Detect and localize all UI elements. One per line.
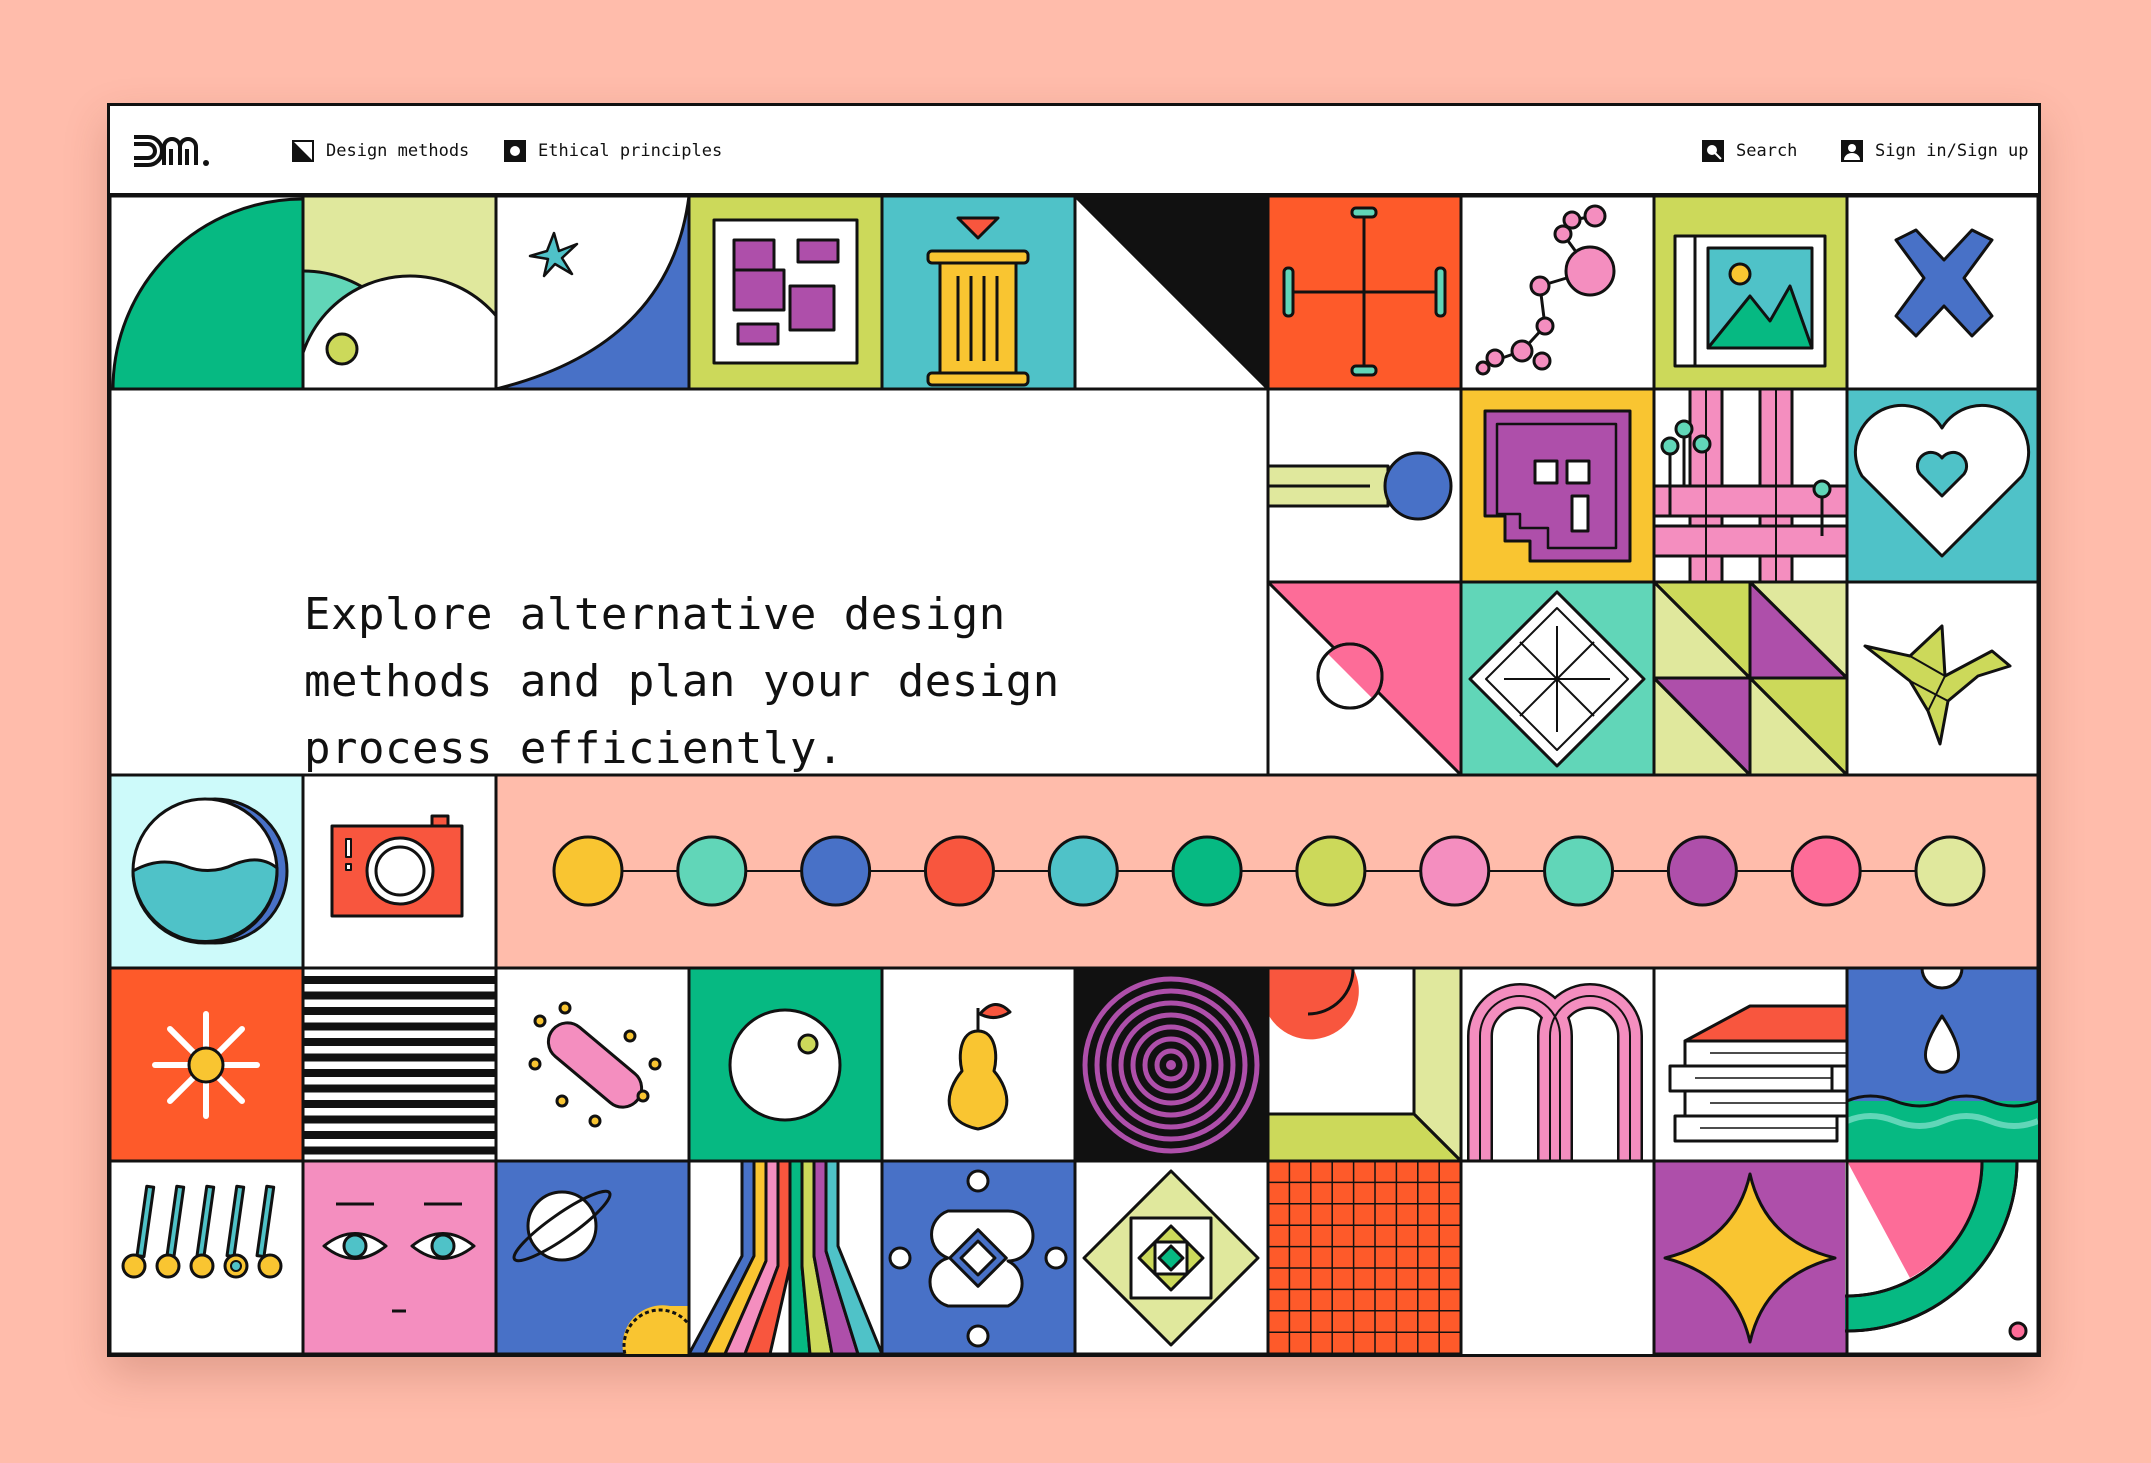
headline-line-2: methods and plan your design: [304, 656, 1060, 707]
headline-line-1: Explore alternative design: [304, 589, 1006, 640]
stripe: [303, 1146, 496, 1155]
tile-floorplan: [687, 196, 884, 391]
tile-black-triangle: [1073, 196, 1270, 391]
tile-blue-wave: [494, 196, 691, 391]
tile-moon-green: [687, 966, 884, 1163]
tile-camera: [301, 773, 498, 970]
tile-pear: [880, 966, 1077, 1163]
stripe: [303, 976, 496, 984]
tile-triangle-grid: [1652, 580, 1849, 777]
stripe: [303, 1100, 496, 1108]
timeline-band: [494, 773, 2038, 970]
tile-heart: [1845, 387, 2038, 584]
timeline-step-dot[interactable]: [1419, 835, 1491, 907]
stripe: [303, 991, 496, 1000]
timeline-step-dot[interactable]: [1790, 835, 1862, 907]
tile-face: [301, 1159, 498, 1354]
stripe: [303, 1007, 496, 1015]
diagonal-square-icon: [292, 140, 314, 162]
search-button[interactable]: Search: [1702, 106, 1797, 196]
logo[interactable]: Dm.: [130, 106, 230, 196]
circle-square-icon: [504, 140, 526, 162]
tile-pink-tracks: [1652, 387, 1849, 584]
timeline-step-dot[interactable]: [676, 835, 748, 907]
user-icon: [1841, 140, 1863, 162]
tile-pink-arches: [1460, 968, 1653, 1161]
timeline-step-dot[interactable]: [1666, 835, 1738, 907]
nav-design-methods[interactable]: Design methods: [292, 106, 469, 196]
hero-headline: Explore alternative design methods and p…: [304, 581, 1064, 782]
tile-water-drop: [1845, 966, 2038, 1163]
tile-orange-crosshair: [1266, 196, 1463, 391]
tile-sun-flower: [110, 966, 305, 1163]
stripe: [303, 1115, 496, 1124]
tile-pill: [494, 966, 691, 1163]
tile-matches: [110, 1159, 305, 1354]
timeline-step-dot[interactable]: [1047, 835, 1119, 907]
timeline-step-dot[interactable]: [923, 835, 995, 907]
stripe: [303, 1069, 496, 1077]
tile-blue-ornament: [880, 1159, 1077, 1354]
nav-design-methods-label: Design methods: [326, 141, 470, 161]
stripe: [303, 1038, 496, 1046]
headline-line-3: process efficiently.: [304, 723, 844, 774]
tile-rainbow-road: [689, 1161, 882, 1354]
tile-pink-triangle: [1266, 580, 1463, 777]
search-icon: [1702, 140, 1724, 162]
tile-nested-diamonds: [1073, 1159, 1270, 1354]
tile-picture-frames: [1652, 196, 1849, 391]
tile-pink-river: [1459, 1161, 1460, 1354]
stripe: [303, 1084, 496, 1093]
timeline-step-dot[interactable]: [1295, 835, 1367, 907]
tile-building: [1459, 387, 1656, 584]
dm-logo-icon: [134, 135, 209, 167]
tile-room-corner: [1266, 966, 1463, 1163]
timeline-step-dot[interactable]: [1171, 835, 1243, 907]
timeline-step-dot[interactable]: [800, 835, 872, 907]
nav-ethical-principles-label: Ethical principles: [538, 141, 723, 161]
tile-stripes: [301, 966, 498, 1163]
tile-stacked-books: [1652, 966, 1849, 1163]
search-label: Search: [1736, 141, 1798, 161]
tile-blue-ball: [1266, 387, 1463, 584]
tile-spiral: [1073, 966, 1270, 1163]
timeline-step-dot[interactable]: [1914, 835, 1986, 907]
tile-blue-x: [1845, 196, 2038, 391]
top-nav: Dm. Design methods Ethical principles Se…: [110, 106, 2038, 196]
sign-in-button[interactable]: Sign in/Sign up: [1841, 106, 2029, 196]
stripe: [303, 1053, 496, 1062]
tile-planet: [494, 1159, 698, 1354]
timeline-step-dot[interactable]: [1543, 835, 1615, 907]
tile-origami-bird: [1845, 580, 2038, 777]
tile-star: [1652, 1159, 1849, 1354]
nav-ethical-principles[interactable]: Ethical principles: [504, 106, 722, 196]
stripe: [303, 1022, 496, 1031]
tile-diamond: [1459, 580, 1656, 777]
tile-molecule: [1459, 196, 1656, 391]
sign-in-label: Sign in/Sign up: [1875, 141, 2029, 161]
tile-orange-grid: [1266, 1159, 1463, 1354]
stripe: [303, 1131, 496, 1139]
tile-moon-water: [110, 773, 305, 970]
browser-window: Dm. Design methods Ethical principles Se…: [107, 103, 2041, 1357]
illustration-grid: Explore alternative design methods and p…: [110, 196, 2038, 1354]
tile-pillar: [880, 196, 1077, 391]
timeline-step-dot[interactable]: [552, 835, 624, 907]
